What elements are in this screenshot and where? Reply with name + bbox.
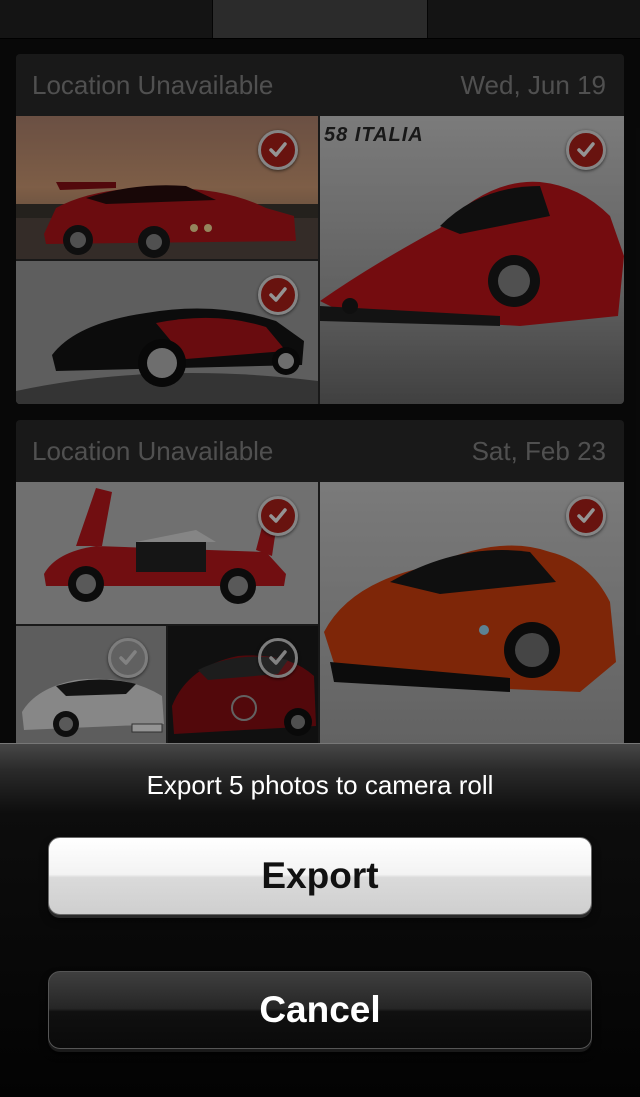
selected-check-icon[interactable] <box>258 275 298 315</box>
action-sheet: Export 5 photos to camera roll Export Ca… <box>0 743 640 1097</box>
tab-3[interactable] <box>428 0 640 38</box>
tab-2[interactable] <box>213 0 428 38</box>
photo-thumbnail[interactable]: 58 ITALIA <box>320 116 624 404</box>
photo-thumbnail[interactable] <box>168 626 318 750</box>
selected-check-icon[interactable] <box>566 496 606 536</box>
photo-thumbnail[interactable] <box>16 626 166 750</box>
photo-group-section: Location Unavailable Sat, Feb 23 <box>16 420 624 750</box>
selected-check-icon[interactable] <box>566 130 606 170</box>
section-location: Location Unavailable <box>32 70 274 100</box>
photo-caption: 58 ITALIA <box>324 124 424 146</box>
cancel-button[interactable]: Cancel <box>48 971 592 1049</box>
selected-check-icon[interactable] <box>258 496 298 536</box>
section-date: Wed, Jun 19 <box>460 70 606 100</box>
section-header: Location Unavailable Sat, Feb 23 <box>16 420 624 482</box>
photo-group-section: Location Unavailable Wed, Jun 19 58 ITAL… <box>16 54 624 404</box>
photo-thumbnail[interactable] <box>320 482 624 750</box>
section-date: Sat, Feb 23 <box>471 436 606 466</box>
unselected-check-icon[interactable] <box>108 638 148 678</box>
section-location: Location Unavailable <box>32 436 274 466</box>
photo-image <box>168 626 318 750</box>
tab-1[interactable] <box>0 0 213 38</box>
export-button[interactable]: Export <box>48 837 592 915</box>
photo-thumbnail[interactable] <box>16 261 318 404</box>
unselected-check-icon[interactable] <box>258 638 298 678</box>
selected-check-icon[interactable] <box>258 130 298 170</box>
segmented-tabs <box>0 0 640 39</box>
photo-thumbnail[interactable] <box>16 482 318 624</box>
section-header: Location Unavailable Wed, Jun 19 <box>16 54 624 116</box>
photo-thumbnail[interactable] <box>16 116 318 259</box>
action-sheet-title: Export 5 photos to camera roll <box>146 770 494 800</box>
